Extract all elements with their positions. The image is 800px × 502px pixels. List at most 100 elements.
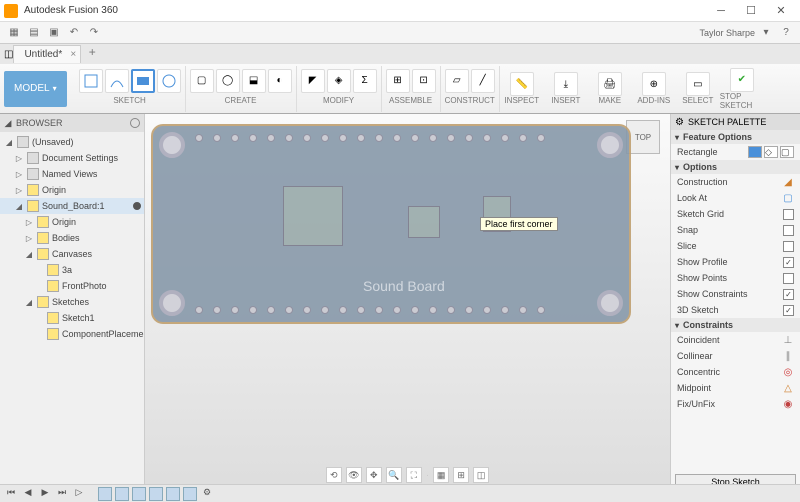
timeline-feature[interactable] [183,487,197,501]
orbit-icon[interactable]: ⟲ [326,467,342,483]
axis-icon[interactable]: ╱ [471,69,495,93]
grid-settings-icon[interactable]: ⊞ [453,467,469,483]
undo-icon[interactable]: ↶ [65,24,83,42]
user-dropdown-icon[interactable]: ▾ [757,24,775,42]
option-row[interactable]: Sketch Grid [671,206,800,222]
tl-play-icon[interactable]: ▷ [72,487,86,501]
line-icon[interactable] [105,69,129,93]
data-panel-icon[interactable]: ◫ [4,49,13,60]
tree-node[interactable]: ▷Origin [0,214,144,230]
tree-node[interactable]: ▷Bodies [0,230,144,246]
timeline-feature[interactable] [132,487,146,501]
tree-node[interactable]: Sketch1 [0,310,144,326]
tree-node[interactable]: ComponentPlacement [0,326,144,342]
gear-icon[interactable]: ⚙ [675,117,684,128]
zoom-icon[interactable]: 🔍 [386,467,402,483]
option-row[interactable]: Show Points [671,270,800,286]
help-icon[interactable]: ? [777,24,795,42]
palette-header[interactable]: ⚙SKETCH PALETTE [671,114,800,130]
tree-node[interactable]: ◢Canvases [0,246,144,262]
canvas-viewport[interactable]: TOP Sound Board Place first corner [145,114,670,494]
extrude-icon[interactable]: ⬓ [242,69,266,93]
tree-node[interactable]: ▷Named Views [0,166,144,182]
ribbon-inspect[interactable]: 📏INSPECT [500,66,544,112]
constraint-row[interactable]: Concentric◎ [671,364,800,380]
timeline-feature[interactable] [115,487,129,501]
pan-icon[interactable]: ✥ [366,467,382,483]
viewport-icon[interactable]: ◫ [473,467,489,483]
save-icon[interactable]: ▣ [45,24,63,42]
ribbon-make[interactable]: 🖨MAKE [588,66,632,112]
constraint-row[interactable]: Midpoint△ [671,380,800,396]
section-options[interactable]: ▾Options [671,160,800,174]
constraint-row[interactable]: Collinear∥ [671,348,800,364]
redo-icon[interactable]: ↷ [85,24,103,42]
ribbon-stop-sketch[interactable]: ✔STOP SKETCH [720,66,764,112]
joint-icon[interactable]: ⊡ [412,69,436,93]
timeline-feature[interactable] [98,487,112,501]
rect-3pt-icon[interactable]: ◇ [764,146,778,158]
rectangle-icon[interactable] [131,69,155,93]
tl-start-icon[interactable]: ⏮ [4,487,18,501]
tree-node[interactable]: 3a [0,262,144,278]
params-icon[interactable]: Σ [353,69,377,93]
option-row[interactable]: 3D Sketch✓ [671,302,800,318]
tl-end-icon[interactable]: ⏭ [55,487,69,501]
sketch-icon[interactable] [79,69,103,93]
sketch-palette: ⚙SKETCH PALETTE ▾Feature Options Rectang… [670,114,800,494]
shell-icon[interactable]: ◈ [327,69,351,93]
circle-icon[interactable] [157,69,181,93]
constraint-row[interactable]: Coincident⊥ [671,332,800,348]
fillet-icon[interactable]: ◤ [301,69,325,93]
workspace-switcher[interactable]: MODEL▾ [4,71,67,107]
ribbon-group-assemble: ⊞⊡ ASSEMBLE [382,66,441,112]
rect-center-icon[interactable]: ▢ [780,146,794,158]
browser-settings-icon[interactable] [130,118,140,128]
option-row[interactable]: Show Profile✓ [671,254,800,270]
ribbon-select[interactable]: ▭SELECT [676,66,720,112]
option-row[interactable]: Construction◢ [671,174,800,190]
collapse-icon[interactable]: ◢ [4,118,12,129]
add-tab-button[interactable]: + [83,45,101,63]
tl-settings-icon[interactable]: ⚙ [200,487,214,501]
tl-fwd-icon[interactable]: ▶ [38,487,52,501]
look-icon[interactable]: 👁 [346,467,362,483]
close-button[interactable]: ✕ [766,1,796,21]
maximize-button[interactable]: ☐ [736,1,766,21]
timeline-feature[interactable] [166,487,180,501]
rect-2pt-icon[interactable] [748,146,762,158]
box-icon[interactable]: ▢ [190,69,214,93]
grid-icon[interactable]: ▦ [5,24,23,42]
section-feature-options[interactable]: ▾Feature Options [671,130,800,144]
assemble-icon[interactable]: ⊞ [386,69,410,93]
browser-header[interactable]: ◢ BROWSER [0,114,144,132]
insert-icon: ⤓ [554,72,578,96]
option-row[interactable]: Snap [671,222,800,238]
plane-icon[interactable]: ▱ [445,69,469,93]
ribbon-addins[interactable]: ⊕ADD-INS [632,66,676,112]
tl-back-icon[interactable]: ◀ [21,487,35,501]
tree-node[interactable]: ▷Origin [0,182,144,198]
tree-node[interactable]: ◢Sketches [0,294,144,310]
option-row[interactable]: Look At▢ [671,190,800,206]
file-icon[interactable]: ▤ [25,24,43,42]
tree-node[interactable]: FrontPhoto [0,278,144,294]
constraint-row[interactable]: Fix/UnFix◉ [671,396,800,412]
tab-untitled[interactable]: Untitled* × [13,45,81,63]
tree-node[interactable]: ◢Sound_Board:1 [0,198,144,214]
section-constraints[interactable]: ▾Constraints [671,318,800,332]
display-icon[interactable]: ▦ [433,467,449,483]
user-label[interactable]: Taylor Sharpe [699,24,755,42]
cylinder-icon[interactable]: ◯ [216,69,240,93]
minimize-button[interactable]: ─ [706,1,736,21]
option-row[interactable]: Show Constraints✓ [671,286,800,302]
fit-icon[interactable]: ⛶ [406,467,422,483]
tree-node[interactable]: ▷Document Settings [0,150,144,166]
tree-node[interactable]: ◢(Unsaved) [0,134,144,150]
option-row[interactable]: Slice [671,238,800,254]
revolve-icon[interactable]: ◐ [268,69,292,93]
tab-close-icon[interactable]: × [70,49,76,60]
ribbon-insert[interactable]: ⤓INSERT [544,66,588,112]
viewcube[interactable]: TOP [626,120,660,154]
timeline-feature[interactable] [149,487,163,501]
